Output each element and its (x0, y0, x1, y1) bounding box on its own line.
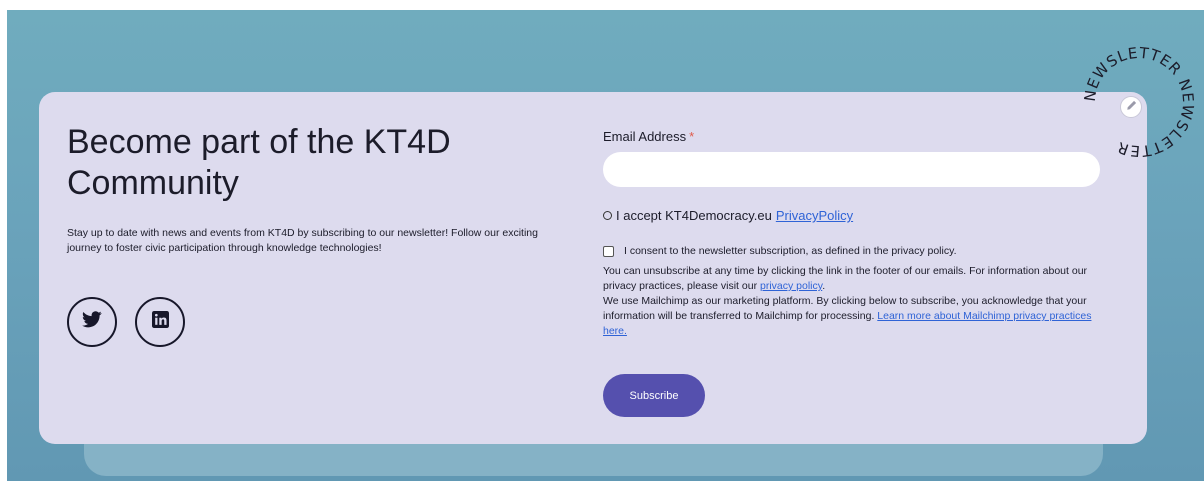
subscribe-button[interactable]: Subscribe (603, 374, 705, 417)
newsletter-description: Stay up to date with news and events fro… (67, 227, 538, 254)
privacy-accept-text: I accept KT4Democracy.eu (616, 208, 772, 223)
email-label-text: Email Address (603, 129, 687, 144)
pencil-icon (1126, 98, 1137, 116)
consent-checkbox[interactable] (603, 245, 614, 257)
privacy-radio[interactable] (603, 211, 612, 220)
edit-pencil-button[interactable] (1120, 96, 1142, 118)
email-label: Email Address * (603, 129, 694, 144)
privacy-info: You can unsubscribe at any time by click… (603, 264, 1103, 339)
email-input[interactable] (603, 152, 1100, 187)
linkedin-icon (151, 311, 169, 333)
required-asterisk: * (689, 129, 695, 144)
privacy-accept-row: I accept KT4Democracy.eu PrivacyPolicy (603, 208, 853, 223)
twitter-button[interactable] (67, 297, 117, 347)
linkedin-button[interactable] (135, 297, 185, 347)
twitter-icon (82, 311, 102, 333)
consent-text: I consent to the newsletter subscription… (624, 245, 957, 257)
unsubscribe-info-text: You can unsubscribe at any time by click… (603, 265, 1088, 292)
page-title: Become part of the KT4D Community (67, 123, 451, 202)
privacy-policy-inline-link[interactable]: privacy policy (760, 280, 822, 292)
consent-row: I consent to the newsletter subscription… (603, 245, 956, 257)
period: . (822, 280, 826, 292)
privacy-policy-link[interactable]: PrivacyPolicy (776, 208, 853, 223)
